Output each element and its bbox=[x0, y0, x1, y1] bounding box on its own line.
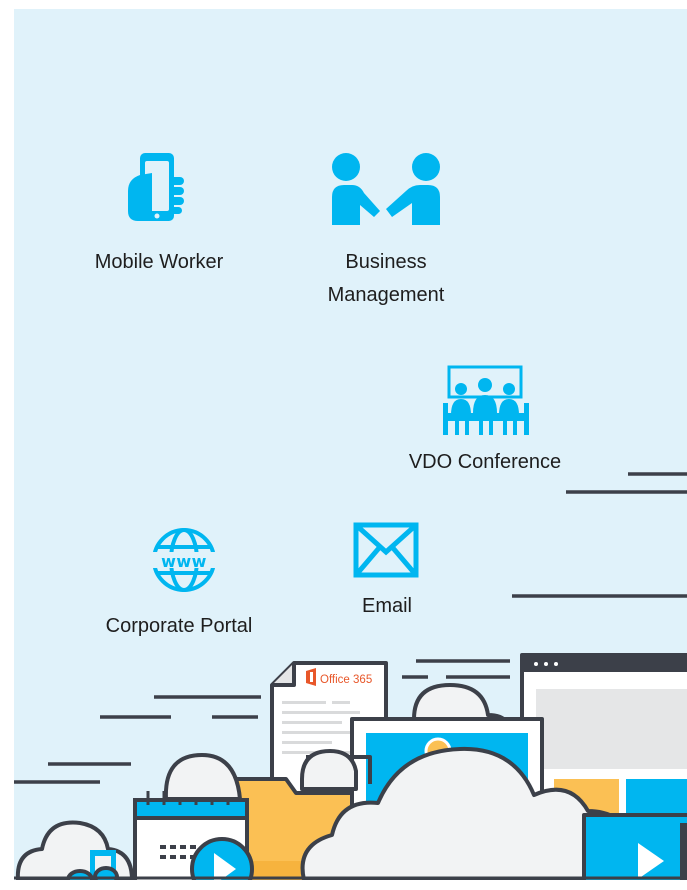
envelope-icon bbox=[353, 522, 419, 578]
svg-text:www: www bbox=[161, 552, 207, 571]
office-365-title: Office 365 bbox=[320, 674, 372, 686]
corporate-portal-label: Corporate Portal bbox=[105, 615, 253, 637]
email-label: Email bbox=[361, 595, 412, 617]
play-icon bbox=[190, 837, 254, 880]
video-player-icon bbox=[582, 813, 687, 880]
office-logo-icon bbox=[306, 668, 316, 686]
cloud-services-illustration: .o{stroke:#3c4049;stroke-width:4;stroke-… bbox=[14, 653, 687, 880]
infographic-canvas: Mobile Worker Business Management VDO Co… bbox=[14, 9, 687, 880]
www-globe-icon: www bbox=[151, 527, 217, 593]
